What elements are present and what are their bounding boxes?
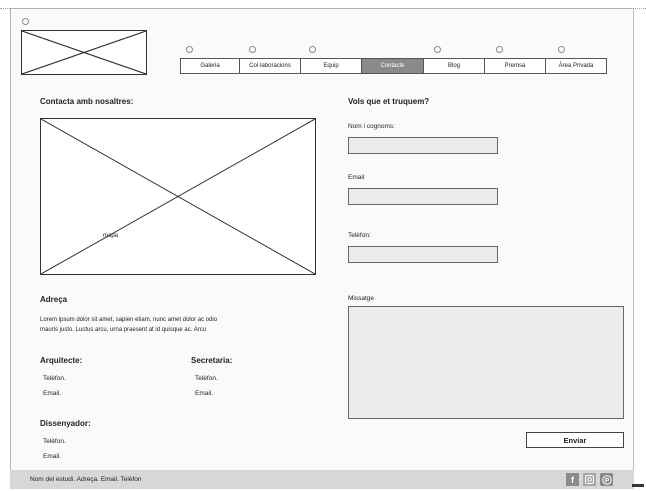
architect-title: Arquitecte:: [40, 356, 83, 365]
instagram-icon[interactable]: [583, 473, 596, 486]
annotation-circle: [249, 46, 256, 53]
contact-title: Contacta amb nosaltres:: [40, 97, 134, 106]
secretary-email: Email.: [195, 390, 214, 397]
corner-dash: [632, 484, 644, 487]
email-label: Email: [348, 174, 365, 181]
nav-item-equip[interactable]: Equip: [300, 58, 362, 74]
nav-item-collaboracions[interactable]: Col·laboracions: [239, 58, 301, 74]
designer-phone: Telèfon.: [43, 438, 66, 445]
guide-line-left: [10, 8, 11, 478]
pinterest-icon[interactable]: P: [600, 473, 613, 486]
logo-placeholder[interactable]: [21, 30, 147, 75]
footer-text: Nom del estudi. Adreça. Email. Telèfon: [30, 476, 142, 483]
designer-email: Email.: [43, 453, 62, 460]
email-field[interactable]: [348, 188, 498, 205]
annotation-circle: [186, 46, 193, 53]
send-button[interactable]: Enviar: [526, 432, 624, 448]
designer-title: Dissenyador:: [40, 419, 91, 428]
message-textarea[interactable]: [348, 306, 624, 419]
annotation-circle: [558, 46, 565, 53]
annotation-circle: [496, 46, 503, 53]
main-nav: Galeria Col·laboracions Equip Contacte B…: [180, 58, 607, 74]
message-label: Missatge: [348, 295, 375, 302]
address-text-line: Lorem ipsum dolor sit amet, sapien etiam…: [40, 317, 218, 323]
name-label: Nom i cognoms:: [348, 123, 395, 130]
facebook-icon[interactable]: f: [566, 473, 579, 486]
nav-item-contacte[interactable]: Contacte: [361, 58, 424, 74]
nav-item-premsa[interactable]: Premsa: [484, 58, 546, 74]
guide-line-top: [0, 8, 646, 9]
nav-item-galeria[interactable]: Galeria: [180, 58, 240, 74]
name-field[interactable]: [348, 137, 498, 154]
phone-label: Telèfon:: [348, 232, 371, 239]
secretary-phone: Telèfon.: [195, 375, 218, 382]
annotation-circle: [22, 18, 29, 25]
placeholder-cross-icon: [41, 119, 315, 274]
nav-item-area-privada[interactable]: Àrea Privada: [545, 58, 607, 74]
svg-text:P: P: [604, 477, 609, 484]
nav-item-blog[interactable]: Blog: [423, 58, 485, 74]
annotation-circle: [434, 46, 441, 53]
placeholder-cross-icon: [22, 31, 146, 74]
phone-field[interactable]: [348, 246, 498, 263]
address-text: Lorem ipsum dolor sit amet, sapien etiam…: [40, 315, 310, 335]
map-label: mapa: [103, 233, 119, 239]
form-title: Vols que et truquem?: [348, 97, 430, 106]
address-text-line: mauris justo. Luctus arcu, urna praesent…: [40, 327, 207, 333]
architect-phone: Telèfon.: [43, 375, 66, 382]
address-title: Adreça: [40, 295, 68, 304]
annotation-circle: [309, 46, 316, 53]
architect-email: Email.: [43, 390, 62, 397]
secretary-title: Secretaria:: [191, 356, 233, 365]
map-placeholder[interactable]: mapa: [40, 118, 316, 275]
